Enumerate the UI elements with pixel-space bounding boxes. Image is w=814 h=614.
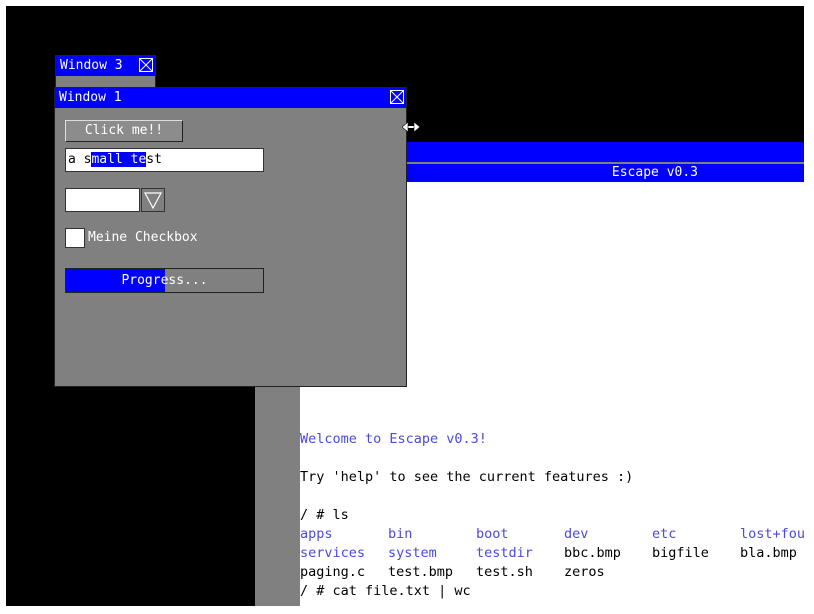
prompt-line: / # ls — [300, 507, 349, 523]
checkbox-label: Meine Checkbox — [88, 230, 198, 245]
file-entry: bbc.bmp — [564, 545, 621, 561]
window-title: Window 3 — [60, 58, 123, 73]
directory-entry: services — [300, 545, 366, 561]
close-button[interactable] — [390, 90, 404, 104]
dropdown-arrow-icon — [144, 192, 162, 210]
desktop: Escape v0.3 Welcome to Escape v0.3! Try … — [6, 6, 804, 606]
combo-box-toggle[interactable] — [141, 188, 165, 212]
click-me-button[interactable]: Click me!! — [65, 120, 183, 142]
directory-entry: bin — [388, 526, 413, 542]
file-entry: test.sh — [476, 564, 533, 580]
directory-entry: system — [388, 545, 437, 561]
terminal-title: Escape v0.3 — [611, 165, 698, 180]
text-input[interactable]: a small test — [65, 148, 264, 172]
file-entry: test.bmp — [388, 564, 454, 580]
directory-entry: etc — [652, 526, 677, 542]
file-entry: bigfile — [652, 545, 709, 561]
directory-entry: lost+fou — [740, 526, 804, 542]
text-before-selection: a s — [68, 152, 92, 167]
progress-label: Progress... — [121, 273, 208, 288]
directory-entry: boot — [476, 526, 509, 542]
file-entry: paging.c — [300, 564, 366, 580]
resize-cursor-icon — [402, 121, 420, 133]
window-1[interactable]: Window 1 Click me!! a small test Meine C… — [54, 87, 407, 387]
text-selection: mall te — [91, 152, 147, 167]
directory-entry: apps — [300, 526, 333, 542]
window-1-titlebar[interactable]: Window 1 — [55, 88, 406, 108]
combo-box-field[interactable] — [65, 188, 140, 212]
checkbox[interactable] — [65, 228, 85, 248]
window-3[interactable]: Window 3 — [55, 55, 156, 89]
close-icon — [140, 59, 152, 71]
progress-bar: Progress... — [65, 268, 264, 293]
text-after-selection: st — [146, 152, 162, 167]
window-title: Window 1 — [59, 90, 122, 105]
file-entry: zeros — [564, 564, 605, 580]
prompt-line: / # cat file.txt | wc — [300, 583, 471, 599]
window-3-titlebar[interactable]: Window 3 — [56, 56, 155, 76]
welcome-line: Welcome to Escape v0.3! — [300, 431, 487, 447]
help-line: Try 'help' to see the current features :… — [300, 469, 634, 485]
directory-entry: dev — [564, 526, 589, 542]
file-entry: bla.bmp — [740, 545, 797, 561]
close-icon — [391, 91, 403, 103]
directory-entry: testdir — [476, 545, 533, 561]
close-button[interactable] — [139, 58, 153, 72]
